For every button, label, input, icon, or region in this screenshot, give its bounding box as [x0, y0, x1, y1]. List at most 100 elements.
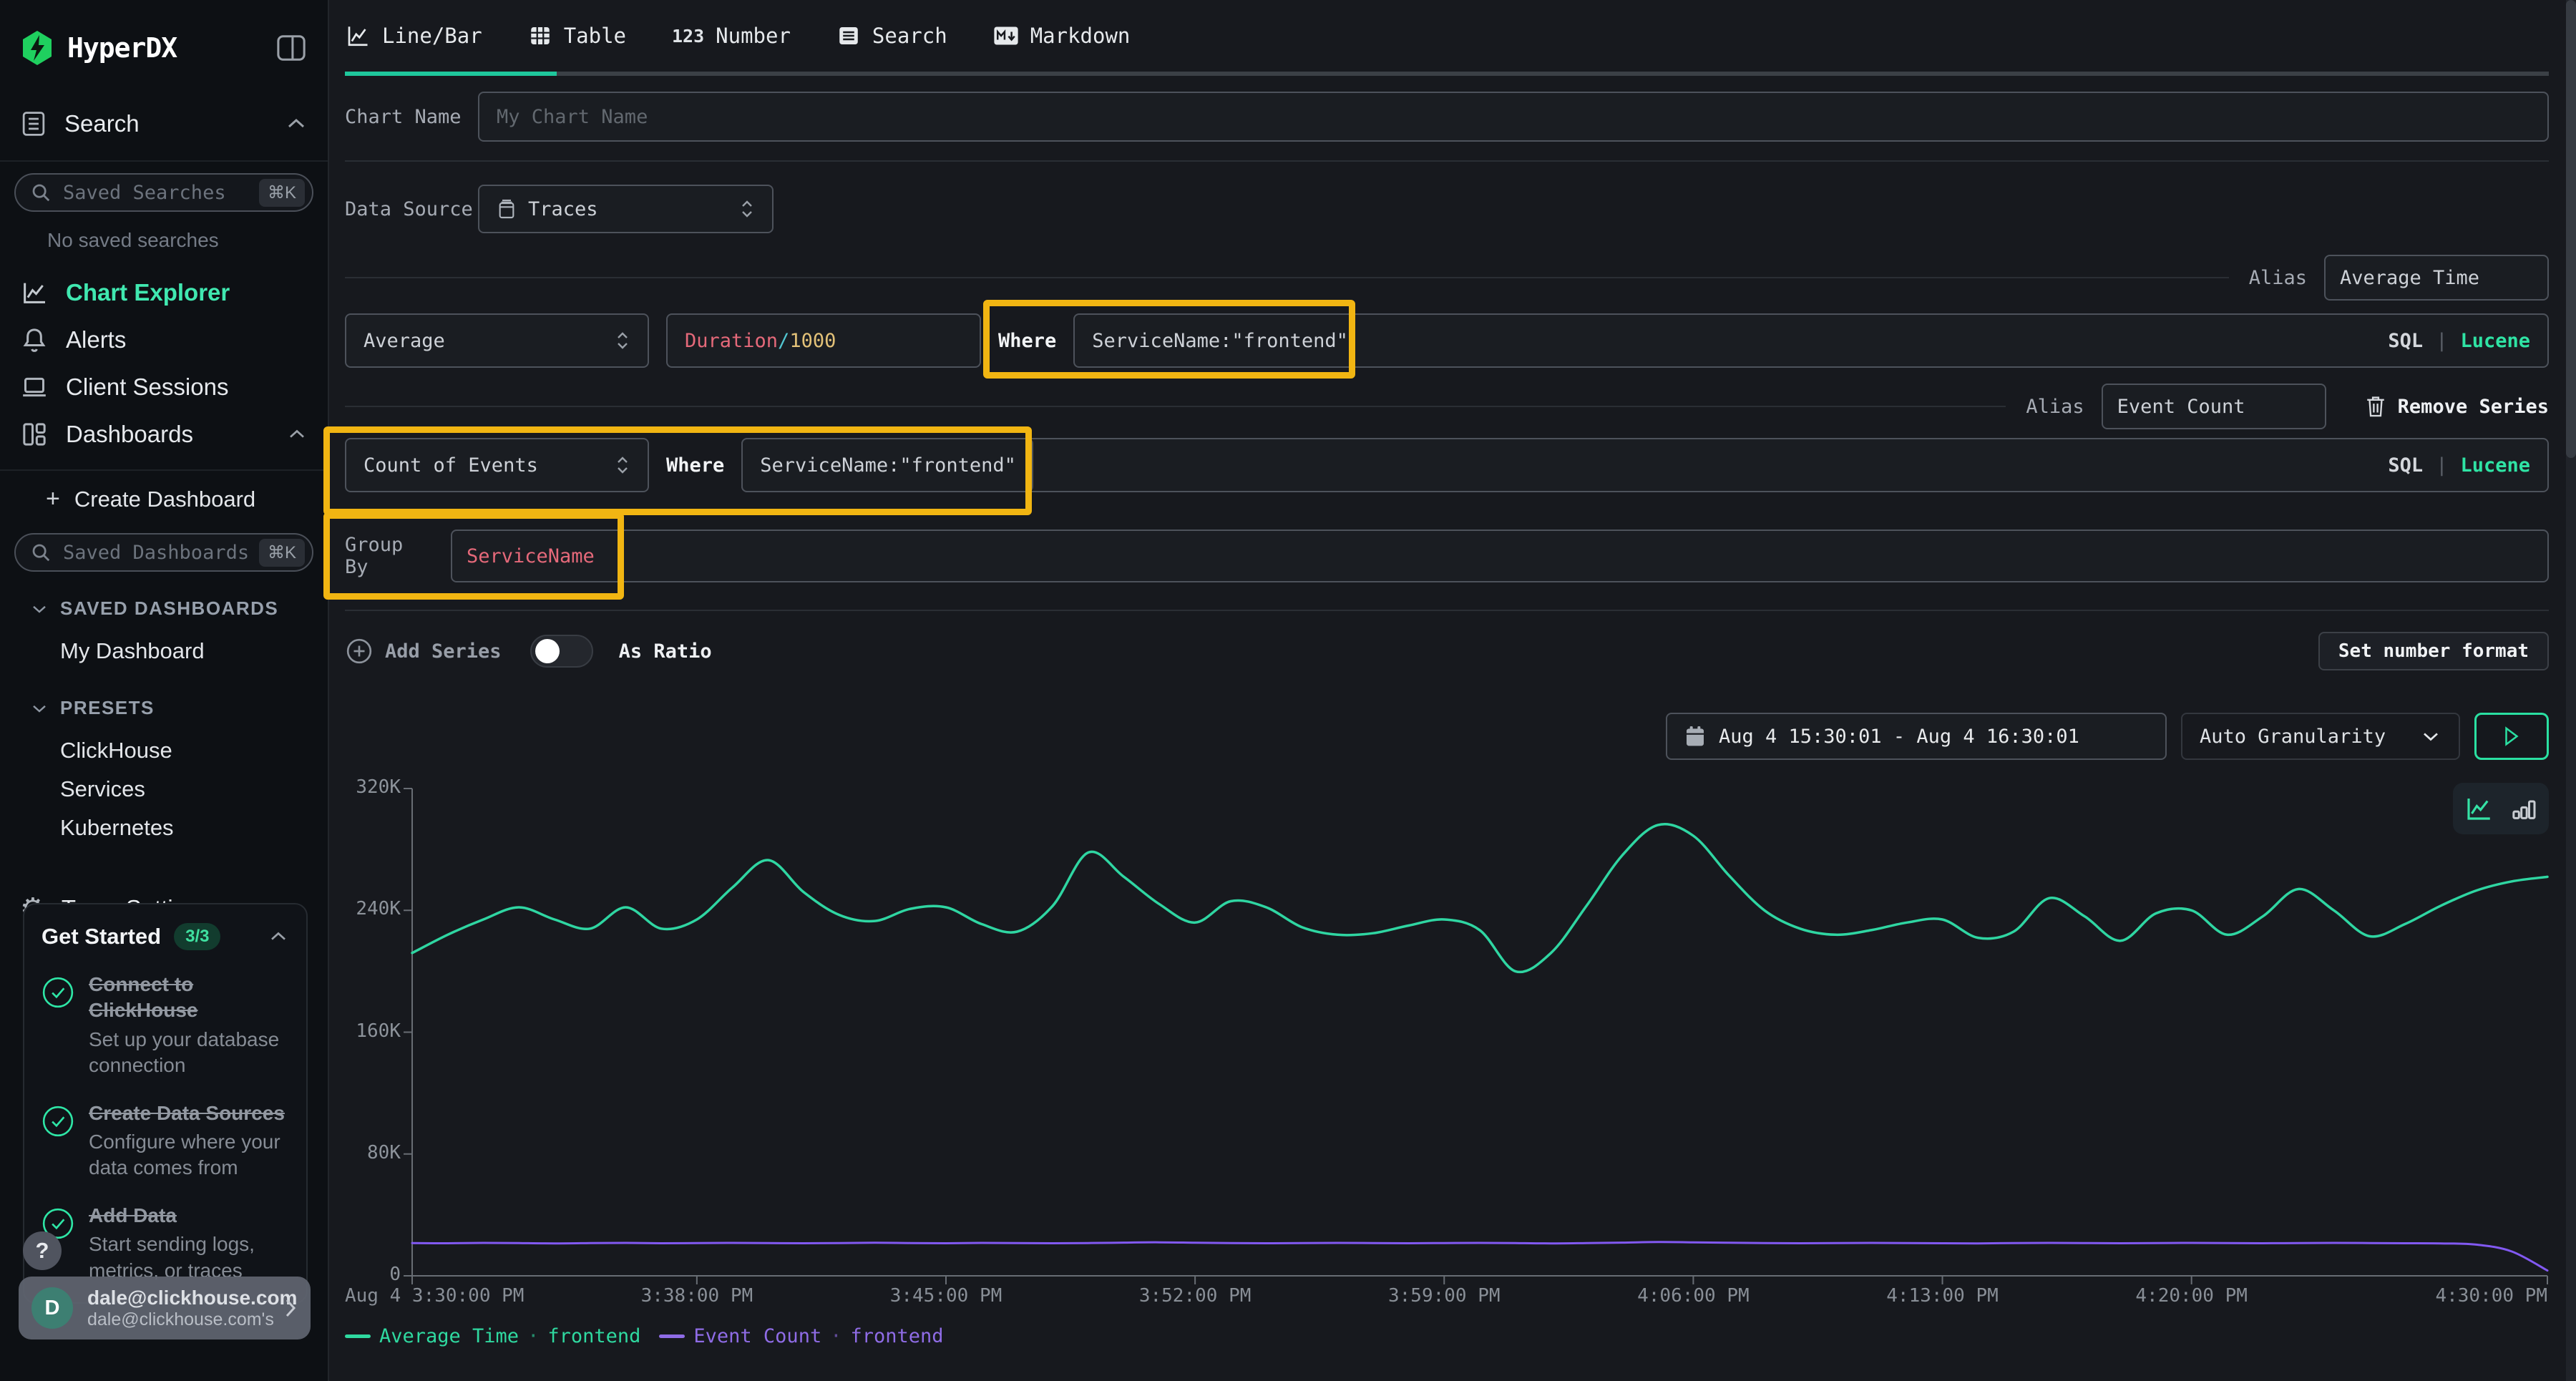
- tab-table[interactable]: Table: [528, 24, 626, 48]
- chart-name-input[interactable]: [497, 106, 2530, 128]
- series2-where-row: ServiceName:"frontend" SQL | Lucene: [741, 438, 2549, 492]
- step-desc: Configure where your data comes from: [89, 1129, 289, 1181]
- data-source-value: Traces: [528, 198, 598, 220]
- chevron-down-icon: [30, 703, 49, 714]
- step-desc: Set up your database connection: [89, 1027, 289, 1079]
- saved-dashboards-input[interactable]: [63, 542, 259, 564]
- sidebar-item-label: Chart Explorer: [66, 279, 230, 306]
- granularity-value: Auto Granularity: [2200, 726, 2386, 748]
- sidebar-item-client-sessions[interactable]: Client Sessions: [14, 363, 313, 411]
- calendar-icon: [1684, 725, 1706, 748]
- y-tick-label: 0: [345, 1264, 401, 1285]
- get-started-step[interactable]: Create Data Sources Configure where your…: [42, 1101, 289, 1181]
- scrollbar-thumb[interactable]: [2566, 0, 2576, 458]
- series2-alias-input[interactable]: [2117, 396, 2311, 418]
- series1-where-input[interactable]: ServiceName:"frontend" SQL | Lucene: [1073, 313, 2549, 368]
- bell-icon: [20, 326, 49, 354]
- granularity-select[interactable]: Auto Granularity: [2181, 713, 2460, 760]
- data-source-label: Data Source: [345, 198, 478, 220]
- chevron-up-icon[interactable]: [285, 117, 308, 131]
- divider: [345, 277, 2229, 278]
- add-series-button[interactable]: Add Series: [385, 640, 502, 663]
- x-tick-label: 3:52:00 PM: [1139, 1285, 1252, 1307]
- series1-alias-input[interactable]: [2340, 267, 2533, 289]
- help-button[interactable]: ?: [23, 1231, 62, 1270]
- date-range-picker[interactable]: Aug 4 15:30:01 - Aug 4 16:30:01: [1666, 713, 2167, 760]
- x-tick-label: 4:20:00 PM: [2135, 1285, 2248, 1307]
- table-icon: [528, 24, 552, 48]
- saved-searches-search[interactable]: ⌘K: [14, 173, 313, 212]
- group-by-label: Group By: [345, 534, 434, 578]
- section-divider: [345, 610, 2549, 611]
- cmd-k-shortcut: ⌘K: [259, 539, 305, 567]
- get-started-step[interactable]: Add Data Start sending logs, metrics, or…: [42, 1203, 289, 1284]
- legend-dash: [345, 1334, 371, 1338]
- sidebar-collapse-icon[interactable]: [275, 33, 308, 63]
- search-section-header[interactable]: Search: [14, 99, 313, 149]
- legend-item-average-time[interactable]: Average Time · frontend: [345, 1325, 640, 1347]
- user-menu[interactable]: D dale@clickhouse.com dale@clickhouse.co…: [19, 1277, 311, 1339]
- x-tick-label: 4:06:00 PM: [1637, 1285, 1750, 1307]
- y-tick-label: 160K: [345, 1020, 401, 1042]
- group-by-input[interactable]: ServiceName: [451, 530, 2549, 582]
- saved-dashboards-section-header[interactable]: SAVED DASHBOARDS: [30, 597, 313, 620]
- create-dashboard-button[interactable]: + Create Dashboard: [46, 485, 313, 513]
- series1-field-input[interactable]: Duration/1000: [666, 313, 981, 368]
- chart-display-toggle: [2453, 783, 2549, 834]
- tab-markdown[interactable]: Markdown: [993, 24, 1131, 48]
- series2-aggregation-select[interactable]: Count of Events: [345, 438, 649, 492]
- lucene-mode-button[interactable]: Lucene: [2460, 454, 2530, 477]
- sidebar-item-dashboards[interactable]: Dashboards: [14, 411, 313, 458]
- sidebar-item-clickhouse[interactable]: ClickHouse: [60, 738, 313, 763]
- get-started-panel: Get Started 3/3 Connect to ClickHouse Se…: [23, 903, 308, 1304]
- legend-item-event-count[interactable]: Event Count · frontend: [659, 1325, 943, 1347]
- set-number-format-button[interactable]: Set number format: [2318, 632, 2549, 670]
- sidebar-item-my-dashboard[interactable]: My Dashboard: [60, 638, 313, 664]
- search-icon: [30, 182, 52, 203]
- series1-aggregation-select[interactable]: Average: [345, 313, 649, 368]
- chevron-up-icon[interactable]: [268, 930, 289, 943]
- lucene-mode-button[interactable]: Lucene: [2460, 330, 2530, 352]
- sidebar-item-label: Dashboards: [66, 421, 193, 448]
- saved-dashboards-search[interactable]: ⌘K: [14, 533, 313, 572]
- where-query: ServiceName:"frontend": [760, 454, 1016, 477]
- saved-searches-input[interactable]: [63, 182, 259, 204]
- data-source-select[interactable]: Traces: [478, 185, 774, 233]
- as-ratio-label: As Ratio: [619, 640, 712, 663]
- chevron-right-icon: [283, 1297, 298, 1319]
- chart-legend: Average Time · frontend Event Count · fr…: [345, 1325, 2549, 1347]
- no-saved-searches-text: No saved searches: [47, 229, 313, 252]
- sidebar-divider: [0, 469, 328, 471]
- chart-panel: 080K160K240K320K Aug 4 3:30:00 PM3:38:00…: [345, 771, 2549, 1322]
- trash-icon: [2365, 394, 2386, 419]
- x-tick-label: 3:59:00 PM: [1388, 1285, 1501, 1307]
- sidebar-item-alerts[interactable]: Alerts: [14, 316, 313, 363]
- presets-section-header[interactable]: PRESETS: [30, 697, 313, 719]
- sidebar: HyperDX Search ⌘K No saved searches Char…: [0, 0, 329, 1381]
- tab-line-bar[interactable]: Line/Bar: [345, 23, 482, 49]
- get-started-step[interactable]: Connect to ClickHouse Set up your databa…: [42, 972, 289, 1079]
- remove-series-button[interactable]: Remove Series: [2365, 394, 2549, 419]
- chart-plot[interactable]: [345, 771, 2549, 1315]
- run-query-button[interactable]: [2474, 713, 2549, 760]
- y-tick-label: 80K: [345, 1142, 401, 1163]
- tab-number[interactable]: 123 Number: [672, 24, 791, 48]
- select-chevrons-icon: [615, 330, 630, 351]
- add-circle-icon[interactable]: [345, 637, 374, 665]
- sidebar-item-services[interactable]: Services: [60, 776, 313, 802]
- alias-label: Alias: [2249, 267, 2307, 289]
- sidebar-item-chart-explorer[interactable]: Chart Explorer: [14, 269, 313, 316]
- as-ratio-toggle[interactable]: [530, 635, 593, 668]
- sql-mode-button[interactable]: SQL: [2388, 330, 2423, 352]
- active-tab-indicator: [345, 72, 557, 76]
- sidebar-item-kubernetes[interactable]: Kubernetes: [60, 815, 313, 841]
- series2-where-input[interactable]: ServiceName:"frontend": [741, 438, 1033, 492]
- line-chart-toggle-icon[interactable]: [2464, 794, 2494, 824]
- tab-search[interactable]: Search: [836, 24, 947, 48]
- check-circle-icon: [42, 1105, 74, 1181]
- scrollbar[interactable]: [2566, 0, 2576, 1381]
- chevron-up-icon[interactable]: [286, 428, 308, 441]
- y-tick-label: 320K: [345, 776, 401, 798]
- bar-chart-toggle-icon[interactable]: [2509, 794, 2538, 823]
- sql-mode-button[interactable]: SQL: [2388, 454, 2423, 477]
